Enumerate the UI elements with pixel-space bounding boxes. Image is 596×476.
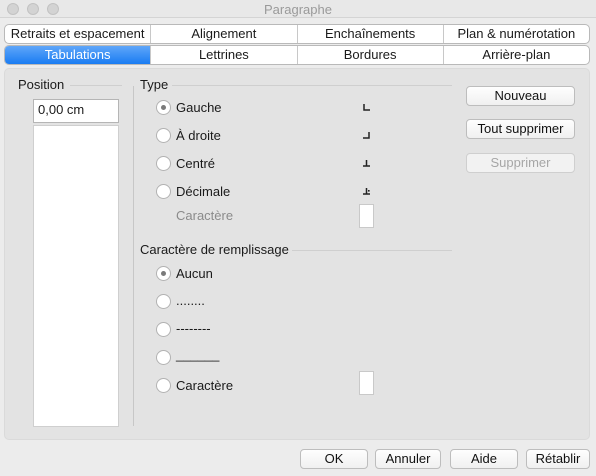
fill-option-aucun[interactable]: Aucun <box>176 266 213 281</box>
new-tab-button[interactable]: Nouveau <box>466 86 575 106</box>
type-option-decimale[interactable]: Décimale <box>176 184 230 199</box>
position-separator <box>70 85 122 86</box>
radio-fill-aucun[interactable] <box>156 266 171 281</box>
decimal-character-input[interactable] <box>359 204 374 228</box>
radio-type-gauche[interactable] <box>156 100 171 115</box>
radio-fill-dashes[interactable] <box>156 322 171 337</box>
fill-option-caractere[interactable]: Caractère <box>176 378 233 393</box>
delete-all-button[interactable]: Tout supprimer <box>466 119 575 139</box>
radio-type-decimale[interactable] <box>156 184 171 199</box>
tab-retraits-espacement[interactable]: Retraits et espacement <box>5 25 150 43</box>
help-button[interactable]: Aide <box>450 449 518 469</box>
type-option-gauche[interactable]: Gauche <box>176 100 222 115</box>
tab-row-2: Tabulations Lettrines Bordures Arrière-p… <box>4 45 590 65</box>
fill-option-dots[interactable]: ........ <box>176 293 205 308</box>
cancel-button[interactable]: Annuler <box>375 449 441 469</box>
tab-enchainements[interactable]: Enchaînements <box>296 25 443 43</box>
paragraph-dialog: Paragraphe Retraits et espacement Aligne… <box>0 0 596 476</box>
title-bar: Paragraphe <box>0 0 596 18</box>
tab-tabulations[interactable]: Tabulations <box>5 46 151 64</box>
fill-character-input[interactable] <box>359 371 374 395</box>
decimal-tab-icon <box>363 188 370 195</box>
type-heading: Type <box>140 77 169 92</box>
tab-lettrines[interactable]: Lettrines <box>150 46 296 64</box>
fill-heading: Caractère de remplissage <box>140 242 289 257</box>
window-title: Paragraphe <box>264 2 332 17</box>
tab-alignement[interactable]: Alignement <box>150 25 296 43</box>
type-option-centre[interactable]: Centré <box>176 156 215 171</box>
fill-option-underline[interactable]: ______ <box>176 347 219 362</box>
delete-button[interactable]: Supprimer <box>466 153 575 173</box>
right-tab-icon <box>363 132 370 139</box>
radio-type-droite[interactable] <box>156 128 171 143</box>
tab-arriere-plan[interactable]: Arrière-plan <box>442 46 589 64</box>
vertical-divider <box>133 86 134 426</box>
left-tab-icon <box>363 104 370 111</box>
fill-option-dashes[interactable]: -------- <box>176 321 211 336</box>
tab-bordures[interactable]: Bordures <box>296 46 443 64</box>
type-separator <box>172 85 452 86</box>
position-input[interactable]: 0,00 cm <box>33 99 119 123</box>
tab-plan-numerotation[interactable]: Plan & numérotation <box>442 25 589 43</box>
fill-separator <box>292 250 452 251</box>
decimal-character-label: Caractère <box>176 208 234 223</box>
position-heading: Position <box>18 77 65 92</box>
radio-type-centre[interactable] <box>156 156 171 171</box>
radio-fill-dots[interactable] <box>156 294 171 309</box>
ok-button[interactable]: OK <box>300 449 368 469</box>
radio-fill-underline[interactable] <box>156 350 171 365</box>
type-option-droite[interactable]: À droite <box>176 128 221 143</box>
center-tab-icon <box>363 160 370 167</box>
tab-row-1: Retraits et espacement Alignement Enchaî… <box>4 24 590 44</box>
radio-fill-caractere[interactable] <box>156 378 171 393</box>
reset-button[interactable]: Rétablir <box>526 449 590 469</box>
tab-positions-list[interactable] <box>33 125 119 427</box>
